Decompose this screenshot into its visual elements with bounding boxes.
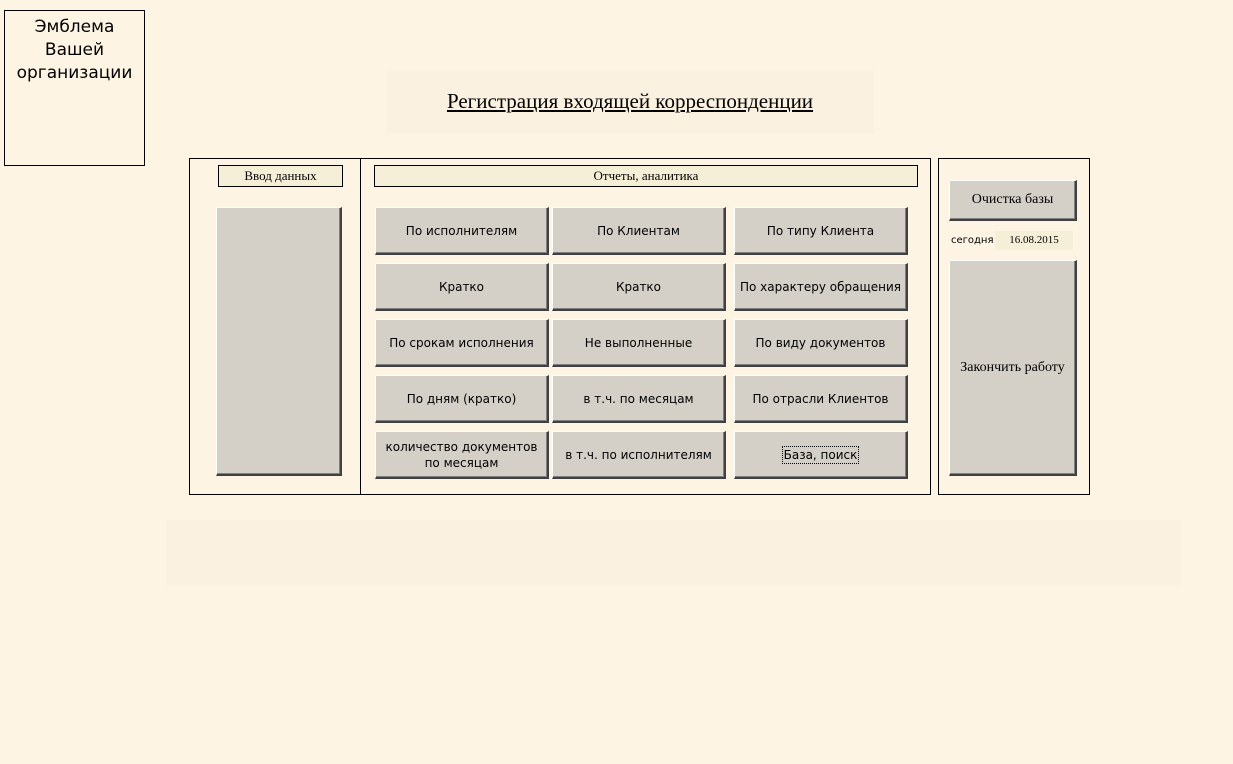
faded-status-area xyxy=(166,520,1182,586)
logo-text: Эмблема Вашей организации xyxy=(16,17,133,83)
report-by-clients-button[interactable]: По Клиентам xyxy=(552,207,726,255)
database-search-button[interactable]: База, поиск xyxy=(734,431,908,479)
report-by-executors-detail-button[interactable]: в т.ч. по исполнителям xyxy=(552,431,726,479)
reports-label: Отчеты, аналитика xyxy=(374,165,918,187)
report-by-request-nature-button[interactable]: По характеру обращения xyxy=(734,263,908,311)
report-by-document-type-button[interactable]: По виду документов xyxy=(734,319,908,367)
database-search-label: База, поиск xyxy=(781,445,860,464)
report-by-days-brief-button[interactable]: По дням (кратко) xyxy=(375,375,549,423)
report-by-months-button[interactable]: в т.ч. по месяцам xyxy=(552,375,726,423)
panel-divider xyxy=(360,158,361,495)
report-docs-count-by-month-button[interactable]: количество документов по месяцам xyxy=(375,431,549,479)
report-by-deadlines-button[interactable]: По срокам исполнения xyxy=(375,319,549,367)
report-by-client-type-button[interactable]: По типу Клиента xyxy=(734,207,908,255)
report-by-executors-button[interactable]: По исполнителям xyxy=(375,207,549,255)
report-executors-brief-button[interactable]: Кратко xyxy=(375,263,549,311)
data-entry-button[interactable] xyxy=(216,207,342,476)
today-label: сегодня xyxy=(951,235,994,246)
report-by-client-industry-button[interactable]: По отрасли Клиентов xyxy=(734,375,908,423)
organization-logo: Эмблема Вашей организации xyxy=(4,10,145,166)
today-date-field: 16.08.2015 xyxy=(995,231,1073,250)
finish-work-button[interactable]: Закончить работу xyxy=(949,260,1077,476)
report-not-completed-button[interactable]: Не выполненные xyxy=(552,319,726,367)
page-title: Регистрация входящей корреспонденции xyxy=(446,89,814,113)
data-entry-label: Ввод данных xyxy=(218,165,343,187)
clear-database-button[interactable]: Очистка базы xyxy=(949,180,1077,221)
report-clients-brief-button[interactable]: Кратко xyxy=(552,263,726,311)
